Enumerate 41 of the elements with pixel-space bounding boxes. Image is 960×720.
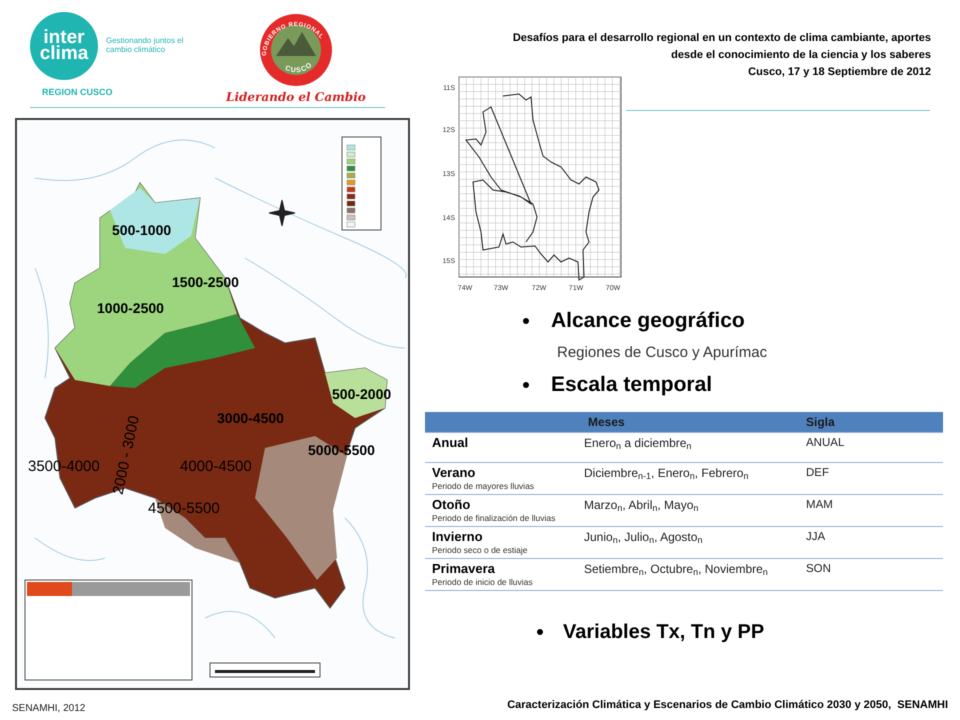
season-name: Verano (432, 465, 476, 481)
bullet-heading: Variables Tx, Tn y PP (563, 620, 764, 645)
interclima-logo: inter clima (30, 12, 98, 80)
column-header: Meses (587, 414, 626, 431)
logo-tagline: Gestionando juntos el cambio climático (106, 37, 184, 55)
altitude-label: 5000-5500 (308, 441, 375, 460)
altitude-label: 500-1000 (112, 221, 172, 240)
bullet-heading: Alcance geográfico (551, 308, 745, 334)
season-name: Otoño (432, 497, 472, 513)
event-title-line: Cusco, 17 y 18 Septiembre de 2012 (748, 65, 931, 80)
source-note: SENAMHI, 2012 (12, 702, 86, 716)
months-cell-text: Setiembre$_{n}$, Octubre$_{n}$, Noviembre$_{n}$ (583, 561, 769, 580)
column-header: Sigla (805, 414, 836, 431)
months-cell-text: Enero$_{n}$ a diciembre$_{n}$ (583, 435, 692, 454)
season-note: Periodo seco o de estiaje (432, 545, 528, 556)
season-name: Invierno (432, 529, 484, 545)
altitude-label: 2000 - 3000 (108, 414, 144, 497)
motto: Liderando el Cambio (226, 89, 366, 106)
season-note: Periodo de inicio de lluvias (432, 577, 534, 588)
months-cell-text: Marzo$_{n}$, Abril$_{n}$, Mayo$_{n}$ (583, 497, 700, 516)
season-name: Anual (432, 435, 470, 451)
altitude-label: 4000-4500 (180, 457, 252, 477)
months-cell-text: Junio$_{n}$, Julio$_{n}$, Agosto$_{n}$ (583, 529, 704, 548)
bullet-heading: Escala temporal (551, 372, 712, 398)
season-note: Periodo de mayores lluvias (432, 481, 536, 492)
footer-title: Caracterización Climática y Escenarios de Cambio Climático 2030 y 2050, SENAMHI (507, 698, 948, 713)
code-cell-text: JJA (805, 530, 826, 545)
event-title-line: Desafíos para el desarrollo regional en un contexto de clima cambiante, aportes (512, 31, 931, 46)
months-cell-text: Diciembre$_{n-1}$, Enero$_{n}$, Febrero$_{n}$ (583, 465, 750, 484)
season-note: Periodo de finalización de lluvias (432, 513, 556, 524)
altitude-label: 500-2000 (332, 385, 392, 404)
code-cell-text: SON (805, 562, 832, 577)
code-cell-text: MAM (805, 498, 834, 513)
code-cell-text: ANUAL (805, 436, 846, 451)
code-cell-text: DEF (805, 466, 830, 481)
event-title-line: desde el conocimiento de la ciencia y los saberes (671, 48, 931, 63)
season-name: Primavera (432, 561, 496, 577)
bullet-subtext: Regiones de Cusco y Apurímac (557, 343, 768, 363)
altitude-label: 3000-4500 (217, 409, 284, 428)
altitude-label: 1000-2500 (97, 299, 164, 318)
region-label: REGION CUSCO (42, 86, 113, 99)
